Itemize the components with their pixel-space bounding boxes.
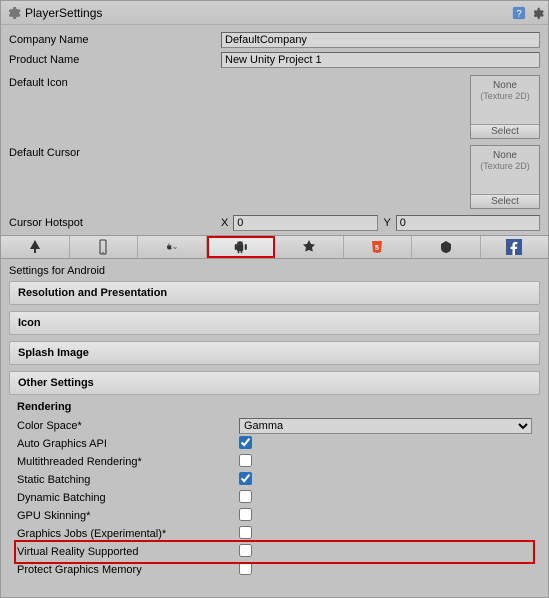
section-icon[interactable]: Icon [9,311,540,335]
platform-tabs: tv 5 [1,235,548,259]
section-splash[interactable]: Splash Image [9,341,540,365]
static-batching-checkbox[interactable] [239,472,252,485]
company-name-input[interactable] [221,32,540,48]
product-name-label: Product Name [9,54,221,66]
hotspot-y-input[interactable] [396,215,540,231]
color-space-dropdown[interactable]: Gamma [239,418,532,434]
cursor-hotspot-label: Cursor Hotspot [9,217,221,229]
texture-none-label-2: None [471,150,539,161]
gpu-skinning-label: GPU Skinning* [17,510,239,522]
multithreaded-checkbox[interactable] [239,454,252,467]
product-name-input[interactable] [221,52,540,68]
sections-container: Resolution and Presentation Icon Splash … [1,281,548,579]
player-settings-panel: PlayerSettings ? Company Name Product Na… [0,0,549,598]
hotspot-y-label: Y [384,217,393,229]
tab-tizen[interactable] [275,236,344,258]
auto-graphics-label: Auto Graphics API [17,438,239,450]
section-resolution[interactable]: Resolution and Presentation [9,281,540,305]
texture-none-label: None [471,80,539,91]
color-space-label: Color Space* [17,420,239,432]
default-icon-select-button[interactable]: Select [471,124,539,138]
protect-memory-checkbox[interactable] [239,562,252,575]
tab-webgl[interactable]: 5 [344,236,413,258]
svg-text:tv: tv [173,245,176,250]
tab-ios[interactable] [70,236,139,258]
texture-type-label-2: (Texture 2D) [480,161,530,171]
graphics-jobs-label: Graphics Jobs (Experimental)* [17,528,239,540]
default-icon-label: Default Icon [9,75,221,89]
tab-facebook[interactable] [481,236,549,258]
gear-icon [5,5,21,21]
platform-subtitle: Settings for Android [1,259,548,281]
panel-title: PlayerSettings [25,6,512,20]
form-top: Company Name Product Name Default Icon N… [1,25,548,235]
tab-tvos[interactable]: tv [138,236,207,258]
rendering-title: Rendering [17,401,532,413]
section-other[interactable]: Other Settings [9,371,540,395]
default-icon-slot[interactable]: None (Texture 2D) Select [470,75,540,139]
vr-supported-checkbox[interactable] [239,544,252,557]
dynamic-batching-label: Dynamic Batching [17,492,239,504]
default-cursor-select-button[interactable]: Select [471,194,539,208]
graphics-jobs-checkbox[interactable] [239,526,252,539]
tab-standalone[interactable] [1,236,70,258]
tab-samsung[interactable] [412,236,481,258]
other-settings-body: Rendering Color Space* Gamma Auto Graphi… [9,401,540,579]
panel-header: PlayerSettings ? [1,1,548,25]
dynamic-batching-checkbox[interactable] [239,490,252,503]
vr-supported-label: Virtual Reality Supported [17,546,239,558]
help-icon[interactable]: ? [512,6,526,20]
company-name-label: Company Name [9,34,221,46]
settings-icon[interactable] [530,6,544,20]
hotspot-x-input[interactable] [233,215,377,231]
multithreaded-label: Multithreaded Rendering* [17,456,239,468]
protect-memory-label: Protect Graphics Memory [17,564,239,576]
default-cursor-label: Default Cursor [9,145,221,159]
texture-type-label: (Texture 2D) [480,91,530,101]
auto-graphics-checkbox[interactable] [239,436,252,449]
static-batching-label: Static Batching [17,474,239,486]
tab-android[interactable] [207,236,276,258]
hotspot-x-label: X [221,217,230,229]
svg-text:?: ? [516,8,521,19]
default-cursor-slot[interactable]: None (Texture 2D) Select [470,145,540,209]
svg-text:5: 5 [375,245,379,252]
gpu-skinning-checkbox[interactable] [239,508,252,521]
